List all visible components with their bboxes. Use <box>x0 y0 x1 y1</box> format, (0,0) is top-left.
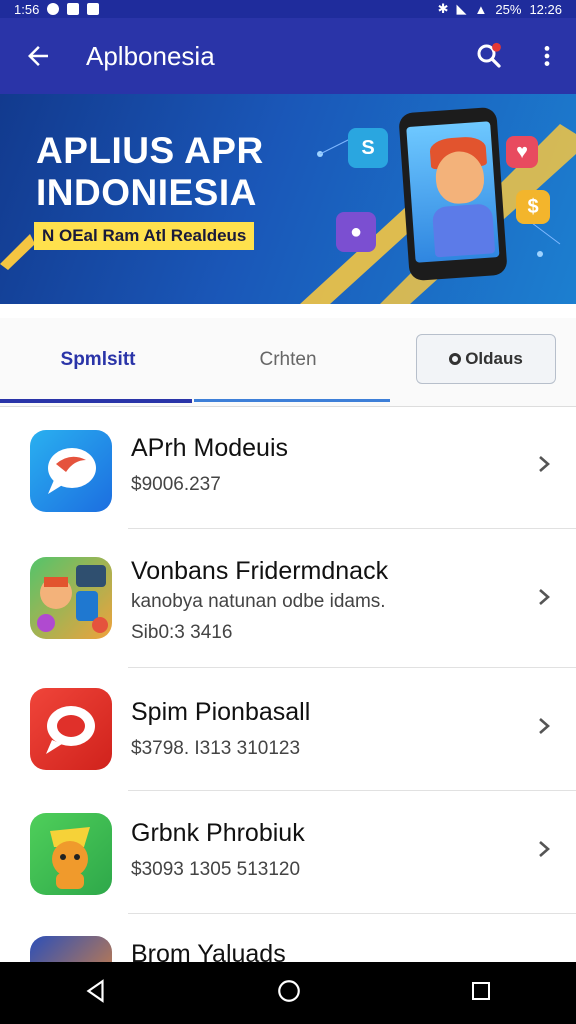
nav-recents-button[interactable] <box>469 979 493 1008</box>
message-bubble-icon <box>46 706 95 754</box>
fox-icon <box>50 827 90 889</box>
page-title: Aplbonesia <box>86 40 215 71</box>
banner-headline: APLIUS APR INDONIESIA <box>36 130 264 214</box>
app-price: $3798. I313 310123 <box>131 738 301 759</box>
app-bar: Aplbonesia <box>0 18 576 94</box>
app-icon <box>30 688 112 770</box>
tab-bar: Spmlsitt Crhten Oldaus <box>0 318 576 407</box>
chevron-right-icon <box>534 454 554 474</box>
tab-crhten[interactable]: Crhten <box>196 318 380 402</box>
game-character-icon <box>37 565 108 633</box>
more-options-button[interactable] <box>518 18 576 94</box>
app-icon <box>30 430 112 512</box>
active-tab-indicator <box>0 399 192 403</box>
app-icon <box>30 813 112 895</box>
promo-banner[interactable]: APLIUS APR INDONIESIA N OEal Ram Atl Rea… <box>0 94 576 304</box>
status-bar: 1:56 ✱ ◣ ▲ 25% 12:26 <box>0 0 576 18</box>
app-description: kanobya natunan odbe idams. <box>131 591 386 612</box>
square-recents-icon <box>471 981 490 1000</box>
app-name: Grbnk Phrobiuk <box>131 819 305 847</box>
app-name: APrh Modeuis <box>131 434 289 462</box>
phone-illustration <box>398 106 508 282</box>
chat-bubble-icon <box>48 448 96 494</box>
status-time-left: 1:56 <box>14 1 40 17</box>
character-body <box>431 203 496 258</box>
back-button[interactable] <box>0 18 76 94</box>
nav-back-button[interactable] <box>83 978 109 1009</box>
app-name: Brom Yaluads <box>131 940 286 962</box>
triangle-back-icon <box>86 978 104 1003</box>
app-price: Sib0:3 3416 <box>131 622 233 643</box>
list-item[interactable]: APrh Modeuis $9006.237 <box>0 406 576 529</box>
chevron-right-icon <box>534 587 554 607</box>
notification-icon <box>47 3 60 15</box>
chevron-right-icon <box>534 716 554 736</box>
list-item[interactable]: Spim Pionbasall $3798. I313 310123 <box>0 668 576 791</box>
banner-tagline: N OEal Ram Atl Realdeus <box>34 222 255 250</box>
banner-headline-line2: INDONIESIA <box>36 172 257 213</box>
search-button[interactable] <box>460 18 518 94</box>
list-item[interactable]: Vonbans Fridermdnack kanobya natunan odb… <box>0 529 576 668</box>
tab-indicator <box>194 399 390 402</box>
battery-text: 25% <box>495 1 522 17</box>
bluetooth-icon: ✱ <box>437 1 449 16</box>
filter-button[interactable]: Oldaus <box>416 334 556 384</box>
app-price: $3093 1305 513120 <box>131 859 301 880</box>
wifi-icon: ◣ <box>456 1 467 16</box>
game-app-icon: ● <box>336 212 376 252</box>
list-item[interactable]: Brom Yaluads <box>0 914 576 962</box>
nav-home-button[interactable] <box>276 978 302 1009</box>
notification-icon <box>87 3 100 15</box>
arrow-left-icon <box>28 46 48 66</box>
search-icon <box>477 42 501 68</box>
coin-app-icon: $ <box>516 190 550 224</box>
filter-button-label: Oldaus <box>465 349 523 368</box>
app-name: Vonbans Fridermdnack <box>131 557 389 585</box>
system-nav-bar <box>0 962 576 1024</box>
notification-icon <box>67 3 80 15</box>
signal-icon: ▲ <box>474 1 488 17</box>
more-vert-icon <box>544 46 550 66</box>
circle-home-icon <box>278 979 300 1002</box>
status-time-right: 12:26 <box>529 1 562 17</box>
app-icon <box>30 936 112 962</box>
app-name: Spim Pionbasall <box>131 698 311 726</box>
filter-icon <box>449 353 462 365</box>
list-item[interactable]: Grbnk Phrobiuk $3093 1305 513120 <box>0 791 576 914</box>
app-icon <box>30 557 112 639</box>
tab-spmlsitt[interactable]: Spmlsitt <box>0 318 196 402</box>
heart-app-icon: ♥ <box>506 136 538 168</box>
chat-app-icon: S <box>348 128 388 168</box>
banner-headline-line1: APLIUS APR <box>36 130 264 171</box>
chevron-right-icon <box>534 839 554 859</box>
app-price: $9006.237 <box>131 474 221 495</box>
